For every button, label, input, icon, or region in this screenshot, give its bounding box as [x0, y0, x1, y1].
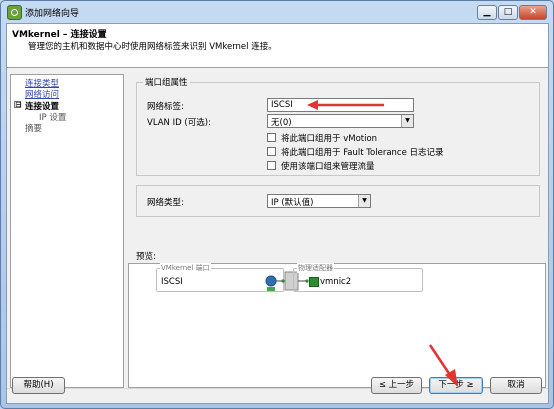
- wizard-header: VMkernel – 连接设置 管理您的主机和数据中心时使用网络标签来识别 VM…: [7, 24, 548, 68]
- fault-tolerance-checkbox-label[interactable]: 将此端口组用于 Fault Tolerance 日志记录: [281, 146, 444, 158]
- physical-adapter-box: 物理适配器 vmnic2: [293, 263, 423, 292]
- close-button[interactable]: ✕: [519, 5, 547, 20]
- back-button[interactable]: ≤ 上一步: [371, 377, 422, 394]
- wizard-client-area: VMkernel – 连接设置 管理您的主机和数据中心时使用网络标签来识别 VM…: [6, 23, 549, 404]
- vlan-id-value: 无(0): [271, 118, 292, 128]
- annotation-arrow-next: [428, 344, 458, 387]
- port-group-properties: 端口组属性 网络标签: ISCSI VLAN ID (可选): 无(0) ▼ 将…: [136, 76, 540, 176]
- vmkernel-port-name: ISCSI: [161, 277, 183, 287]
- network-type-select[interactable]: IP (默认值) ▼: [267, 194, 371, 208]
- preview-caption: 预览:: [136, 252, 156, 262]
- nav-step-ip-settings: IP 设置: [39, 113, 67, 123]
- network-type-group: 网络类型: IP (默认值) ▼: [136, 185, 540, 217]
- vlan-id-caption: VLAN ID (可选):: [147, 118, 211, 128]
- maximize-button[interactable]: □: [498, 5, 518, 20]
- physical-adapter-name: vmnic2: [320, 277, 352, 287]
- fault-tolerance-checkbox[interactable]: [267, 147, 276, 156]
- port-group-title: 端口组属性: [143, 76, 190, 88]
- nav-step-summary: 摘要: [25, 124, 43, 134]
- vmkernel-port-title: VMkernel 端口: [160, 263, 211, 273]
- vlan-id-select[interactable]: 无(0) ▼: [267, 114, 414, 128]
- physical-adapter-title: 物理适配器: [297, 263, 334, 273]
- title-bar[interactable]: 添加网络向导 ▁ □ ✕: [1, 1, 553, 23]
- network-type-caption: 网络类型:: [147, 198, 184, 208]
- network-type-value: IP (默认值): [271, 198, 314, 208]
- minimize-button[interactable]: ▁: [477, 5, 497, 20]
- cancel-button[interactable]: 取消: [490, 377, 542, 394]
- preview-pane: VMkernel 端口 ISCSI 物理适配器 vmnic2: [128, 263, 546, 388]
- vmotion-checkbox[interactable]: [267, 133, 276, 142]
- annotation-arrow-network-label: [307, 100, 384, 110]
- wizard-steps-nav: 连接类型 网络访问 ⊟ 连接设置 IP 设置 摘要: [10, 74, 124, 388]
- management-traffic-checkbox-label[interactable]: 使用该端口组来管理流量: [281, 160, 375, 172]
- nav-step-network-access[interactable]: 网络访问: [25, 88, 59, 100]
- management-traffic-checkbox[interactable]: [267, 161, 276, 170]
- page-title: VMkernel – 连接设置: [12, 30, 107, 40]
- wizard-content: 端口组属性 网络标签: ISCSI VLAN ID (可选): 无(0) ▼ 将…: [128, 74, 546, 388]
- chevron-down-icon[interactable]: ▼: [358, 195, 370, 207]
- vmotion-checkbox-label[interactable]: 将此端口组用于 vMotion: [281, 132, 377, 144]
- vmkernel-adapter-icon: [265, 275, 277, 287]
- wizard-window: 添加网络向导 ▁ □ ✕ VMkernel – 连接设置 管理您的主机和数据中心…: [0, 0, 554, 409]
- window-title: 添加网络向导: [25, 9, 80, 19]
- help-button[interactable]: 帮助(H): [12, 377, 65, 394]
- collapse-tree-icon[interactable]: ⊟: [14, 101, 22, 109]
- network-label-caption: 网络标签:: [147, 102, 184, 112]
- nic-icon: [309, 277, 319, 287]
- chevron-down-icon[interactable]: ▼: [401, 115, 413, 127]
- vmkernel-adapter-base: [267, 287, 275, 291]
- wizard-app-icon: [7, 5, 22, 20]
- page-description: 管理您的主机和数据中心时使用网络标签来识别 VMkernel 连接。: [28, 42, 277, 52]
